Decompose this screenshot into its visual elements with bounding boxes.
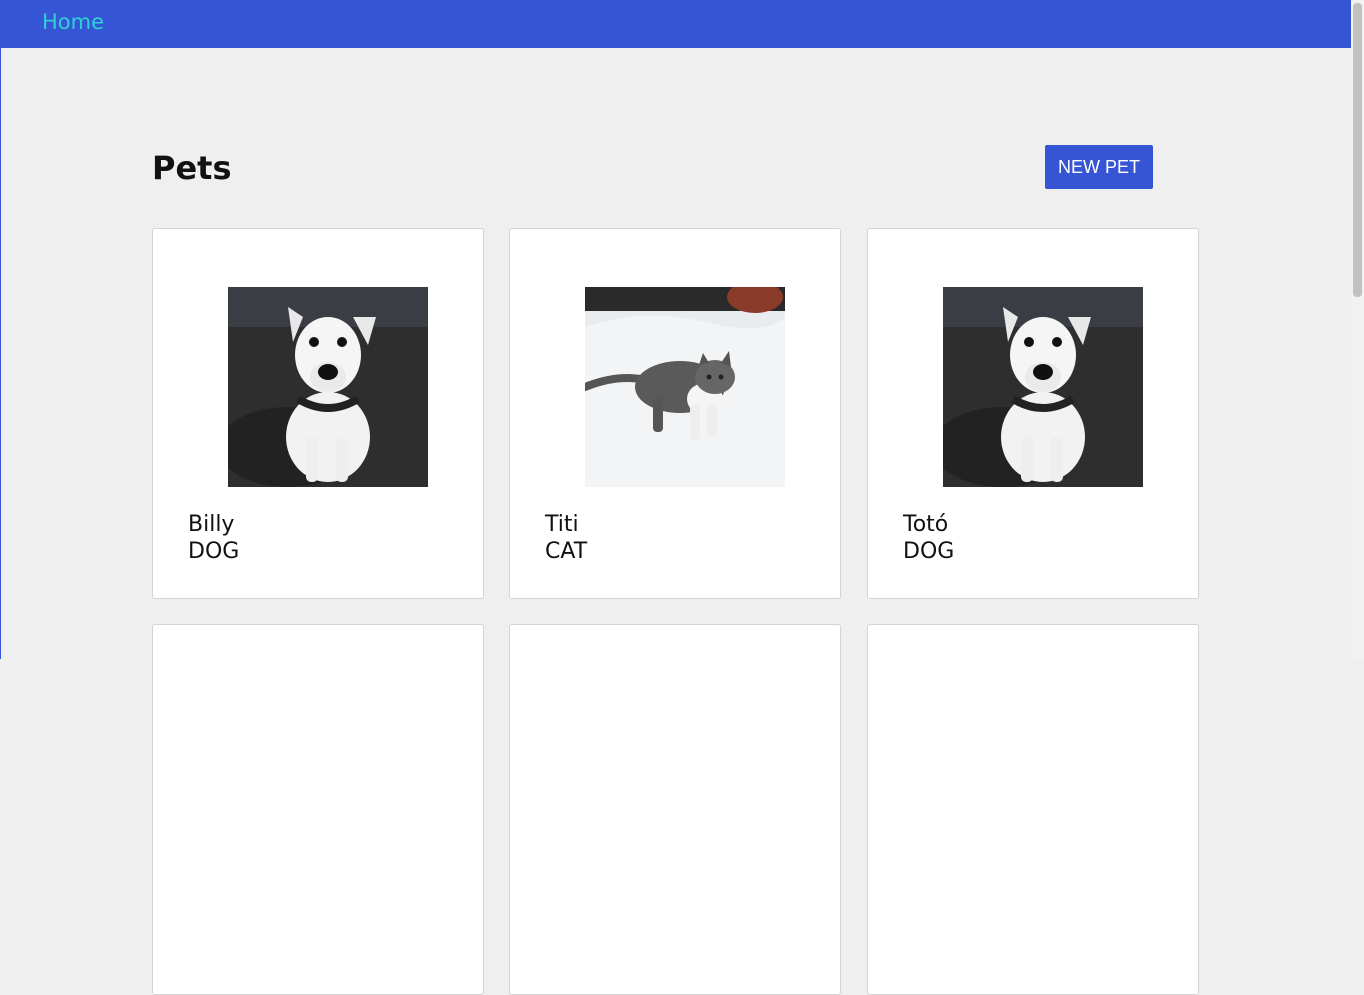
page-title: Pets xyxy=(152,149,232,187)
pet-species: DOG xyxy=(903,539,955,564)
scrollbar-thumb[interactable] xyxy=(1353,3,1362,297)
pet-card[interactable] xyxy=(152,624,484,995)
nav-home-link[interactable]: Home xyxy=(42,8,104,36)
new-pet-button[interactable]: NEW PET xyxy=(1045,145,1153,189)
vertical-scrollbar[interactable] xyxy=(1351,0,1364,659)
pet-photo-cat xyxy=(585,287,785,487)
pet-photo-dog xyxy=(228,287,428,487)
pet-name: Titi xyxy=(545,512,579,537)
pet-card[interactable] xyxy=(867,624,1199,995)
pet-species: DOG xyxy=(188,539,240,564)
pet-card[interactable] xyxy=(509,624,841,995)
pet-name: Totó xyxy=(903,512,949,537)
pet-photo-dog xyxy=(943,287,1143,487)
pet-card[interactable]: Billy DOG xyxy=(152,228,484,599)
pet-name: Billy xyxy=(188,512,235,537)
pet-species: CAT xyxy=(545,539,588,564)
pet-card[interactable]: Titi CAT xyxy=(509,228,841,599)
pet-card[interactable]: Totó DOG xyxy=(867,228,1199,599)
top-navbar: Home xyxy=(1,0,1352,48)
page: Home Pets NEW PET Billy DOG Titi CAT Tot… xyxy=(0,0,1352,995)
